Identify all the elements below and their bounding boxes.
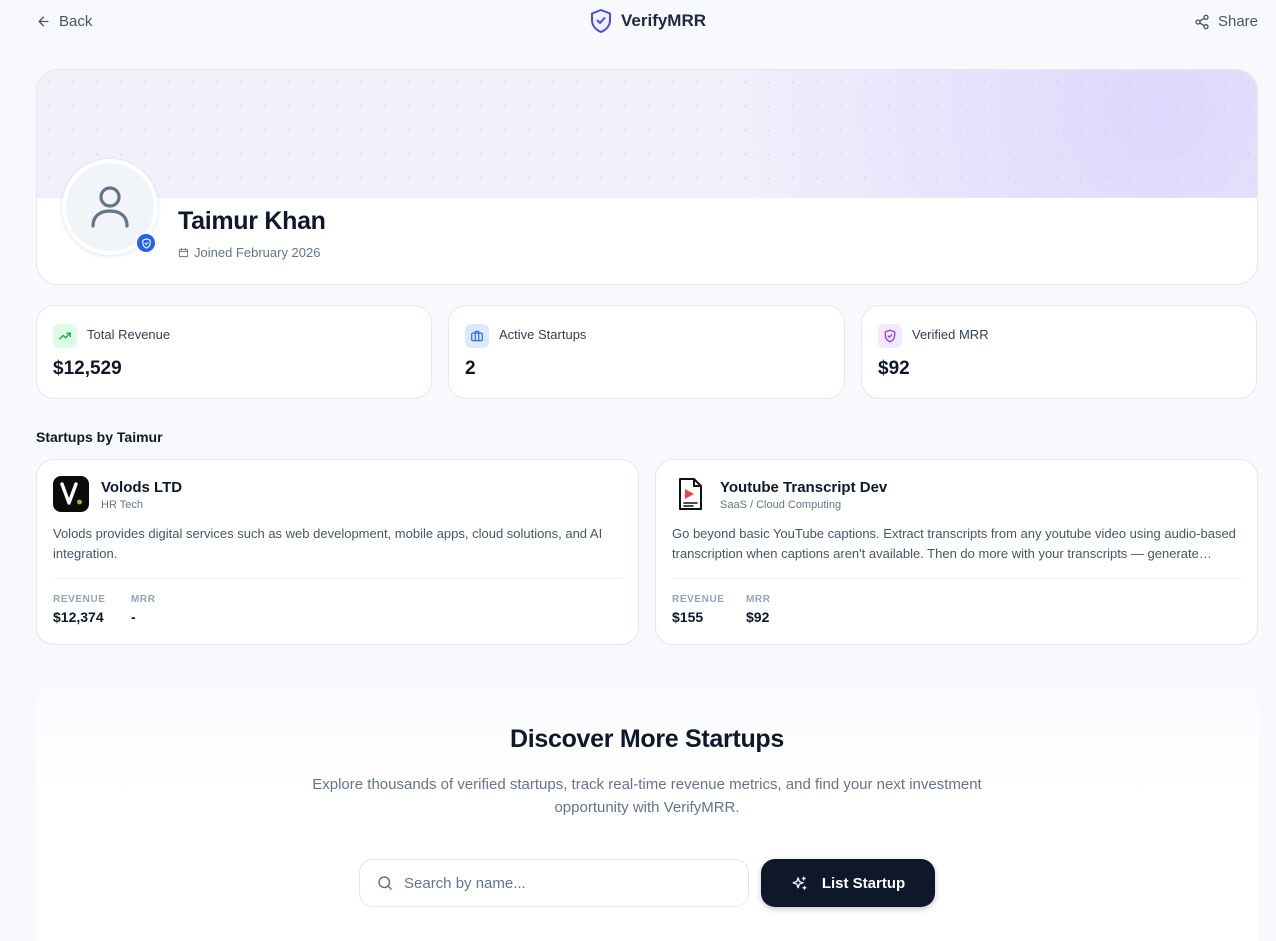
- list-startup-label: List Startup: [821, 874, 906, 892]
- joined-label: Joined February 2026: [194, 245, 321, 260]
- startup-name[interactable]: Youtube Transcript Dev: [720, 479, 887, 496]
- startup-description: Go beyond basic YouTube captions. Extrac…: [672, 526, 1236, 561]
- discover-title: Discover More Startups: [509, 725, 785, 753]
- metric-revenue: REVENUE $155: [672, 594, 725, 625]
- startup-logo: [53, 476, 89, 512]
- metric-value: $155: [672, 609, 704, 625]
- back-button[interactable]: Back: [36, 13, 92, 30]
- sparkles-icon: [792, 875, 807, 890]
- joined-date: Joined February 2026: [178, 245, 320, 260]
- stat-label: Verified MRR: [912, 327, 989, 342]
- search-input[interactable]: [404, 874, 724, 892]
- brand-logo[interactable]: VerifyMRR: [589, 8, 706, 34]
- stat-card-active-startups: Active Startups 2: [448, 305, 845, 399]
- share-label: Share: [1217, 13, 1258, 30]
- profile-card: Taimur Khan Joined February 2026: [36, 69, 1258, 285]
- startup-card-youtube-transcript[interactable]: Youtube Transcript Dev SaaS / Cloud Comp…: [655, 459, 1258, 645]
- stat-value: $92: [878, 358, 910, 379]
- share-button[interactable]: Share: [1194, 13, 1258, 30]
- divider: [672, 578, 1241, 579]
- startup-description: Volods provides digital services such as…: [53, 526, 603, 561]
- startup-logo: [672, 476, 708, 512]
- search-box[interactable]: [359, 859, 749, 907]
- briefcase-icon: [465, 324, 489, 348]
- profile-cover: [37, 70, 1257, 198]
- metric-label: REVENUE: [672, 594, 725, 605]
- stat-card-verified-mrr: Verified MRR $92: [861, 305, 1257, 399]
- metric-value: -: [131, 609, 136, 625]
- metric-mrr: MRR $92: [746, 594, 771, 625]
- startup-category: HR Tech: [101, 499, 143, 511]
- profile-name: Taimur Khan: [178, 207, 326, 235]
- trending-up-icon: [53, 324, 77, 348]
- share-icon: [1195, 14, 1209, 29]
- startup-card-volods[interactable]: Volods LTD HR Tech Volods provides digit…: [36, 459, 639, 645]
- top-bar: Back VerifyMRR Share: [0, 0, 1276, 46]
- stat-card-total-revenue: Total Revenue $12,529: [36, 305, 432, 399]
- stat-label: Active Startups: [499, 327, 587, 342]
- startup-name[interactable]: Volods LTD: [101, 479, 182, 496]
- arrow-left-icon: [38, 16, 49, 27]
- calendar-icon: [178, 247, 189, 258]
- stat-value: $12,529: [53, 358, 122, 379]
- shield-check-icon: [591, 9, 611, 33]
- shield-check-icon: [141, 237, 151, 249]
- startup-category: SaaS / Cloud Computing: [720, 499, 842, 511]
- user-icon: [91, 186, 129, 228]
- brand-name: VerifyMRR: [621, 11, 707, 30]
- divider: [53, 578, 622, 579]
- metric-label: MRR: [131, 594, 156, 605]
- verified-badge: [135, 232, 157, 254]
- metric-label: MRR: [746, 594, 771, 605]
- metric-label: REVENUE: [53, 594, 106, 605]
- discover-section: Discover More Startups Explore thousands…: [36, 677, 1258, 941]
- section-title: Startups by Taimur: [36, 429, 163, 445]
- back-label: Back: [59, 13, 93, 30]
- list-startup-button[interactable]: List Startup: [761, 859, 935, 907]
- stat-label: Total Revenue: [87, 327, 171, 342]
- metric-mrr: MRR -: [131, 594, 156, 625]
- metric-revenue: REVENUE $12,374: [53, 594, 106, 625]
- shield-check-icon: [878, 324, 902, 348]
- search-icon: [378, 876, 392, 890]
- stat-value: 2: [465, 358, 476, 379]
- metric-value: $12,374: [53, 609, 104, 625]
- discover-subtitle: Explore thousands of verified startups, …: [312, 776, 982, 816]
- metric-value: $92: [746, 609, 770, 625]
